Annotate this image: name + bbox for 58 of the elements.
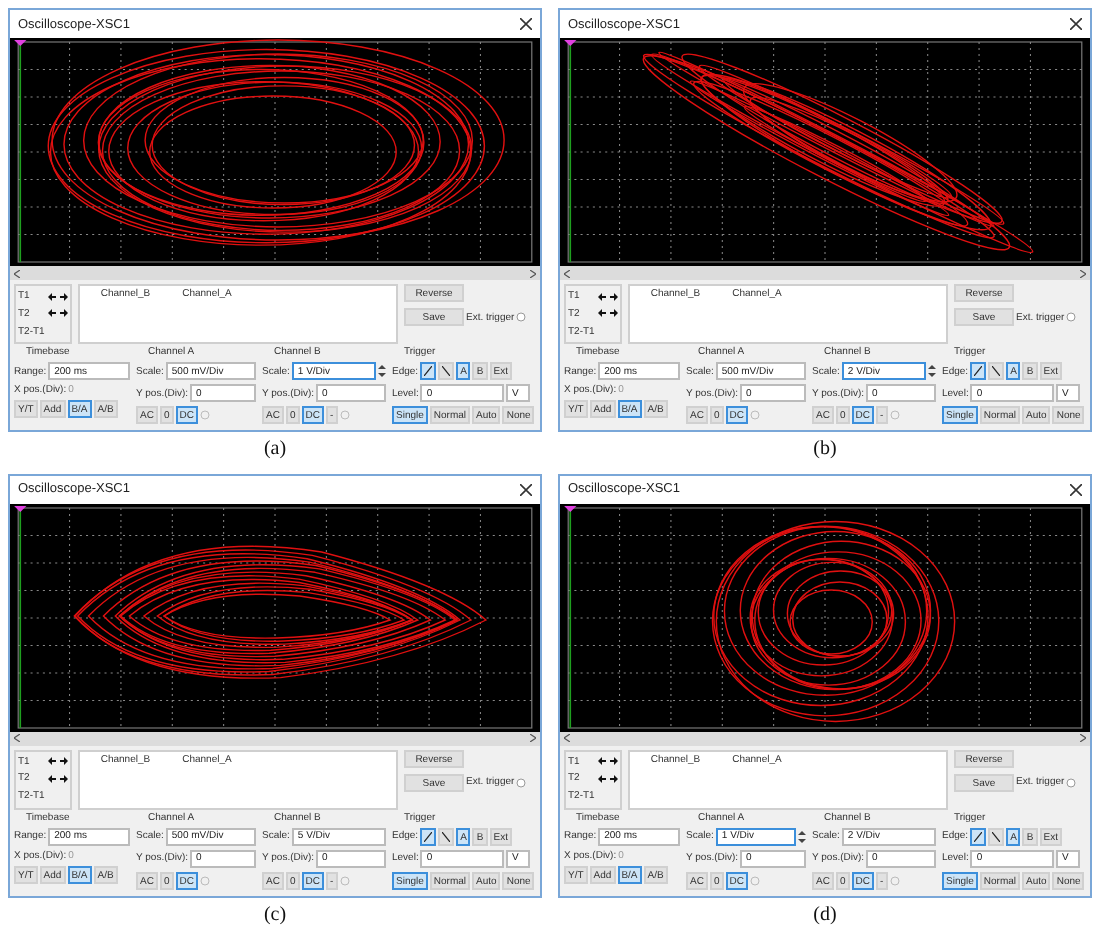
scroll-left-icon[interactable] <box>564 734 570 742</box>
horizontal-scrollbar[interactable] <box>560 266 1090 280</box>
ext-trigger-radio[interactable] <box>1066 312 1077 322</box>
rising-edge-icon <box>424 366 433 376</box>
falling-edge-icon <box>442 366 451 376</box>
scroll-right-icon[interactable] <box>530 734 536 742</box>
falling-edge-button[interactable] <box>438 362 455 380</box>
close-icon[interactable] <box>520 483 532 495</box>
radio-icon[interactable] <box>339 410 350 420</box>
radio-icon[interactable] <box>889 410 900 420</box>
ext-trigger-radio[interactable] <box>516 777 527 787</box>
falling-edge-button[interactable] <box>988 827 1005 845</box>
radio-icon[interactable] <box>199 410 210 420</box>
rising-edge-button[interactable] <box>420 827 437 845</box>
ext-trigger-radio[interactable] <box>1066 777 1077 787</box>
scroll-left-icon[interactable] <box>14 734 20 742</box>
rising-edge-icon <box>974 831 983 841</box>
cursor-arrows-icon[interactable] <box>598 773 619 784</box>
vertical-cursor-drawing[interactable] <box>564 40 577 263</box>
scroll-right-icon[interactable] <box>1080 269 1086 277</box>
falling-edge-button[interactable] <box>988 362 1005 380</box>
falling-edge-button[interactable] <box>438 827 455 845</box>
cursor-arrows-icon[interactable] <box>48 756 69 767</box>
rising-edge-button[interactable] <box>420 362 437 380</box>
cursor-arrows-icon[interactable] <box>48 308 69 319</box>
scroll-left-icon[interactable] <box>14 269 20 277</box>
close-icon[interactable] <box>1070 18 1082 30</box>
close-icon[interactable] <box>1070 483 1082 495</box>
rising-edge-icon <box>424 831 433 841</box>
radio-icon[interactable] <box>339 875 350 885</box>
radio-icon[interactable] <box>199 875 210 885</box>
figure-caption: (c) <box>263 903 287 925</box>
cursor-arrows-icon[interactable] <box>48 291 69 302</box>
cursor-arrows-icon[interactable] <box>598 756 619 767</box>
vertical-cursor-drawing[interactable] <box>14 40 27 263</box>
horizontal-scrollbar[interactable] <box>10 266 540 280</box>
cursor-arrows-icon[interactable] <box>598 308 619 319</box>
figure-caption: (d) <box>813 903 837 925</box>
falling-edge-icon <box>992 366 1001 376</box>
ext-trigger-radio[interactable] <box>516 312 527 322</box>
figure-caption: (b) <box>813 438 837 460</box>
scroll-right-icon[interactable] <box>530 269 536 277</box>
figure-caption: (a) <box>263 438 287 460</box>
rising-edge-icon <box>974 366 983 376</box>
close-icon[interactable] <box>520 18 532 30</box>
radio-icon[interactable] <box>749 410 760 420</box>
radio-icon[interactable] <box>889 875 900 885</box>
scroll-right-icon[interactable] <box>1080 734 1086 742</box>
falling-edge-icon <box>992 831 1001 841</box>
rising-edge-button[interactable] <box>970 827 987 845</box>
cursor-arrows-icon[interactable] <box>48 773 69 784</box>
rising-edge-button[interactable] <box>970 362 987 380</box>
cursor-arrows-icon[interactable] <box>598 291 619 302</box>
vertical-cursor-drawing[interactable] <box>14 505 27 728</box>
scroll-left-icon[interactable] <box>564 269 570 277</box>
radio-icon[interactable] <box>749 875 760 885</box>
vertical-cursor-drawing[interactable] <box>564 505 577 728</box>
falling-edge-icon <box>442 831 451 841</box>
